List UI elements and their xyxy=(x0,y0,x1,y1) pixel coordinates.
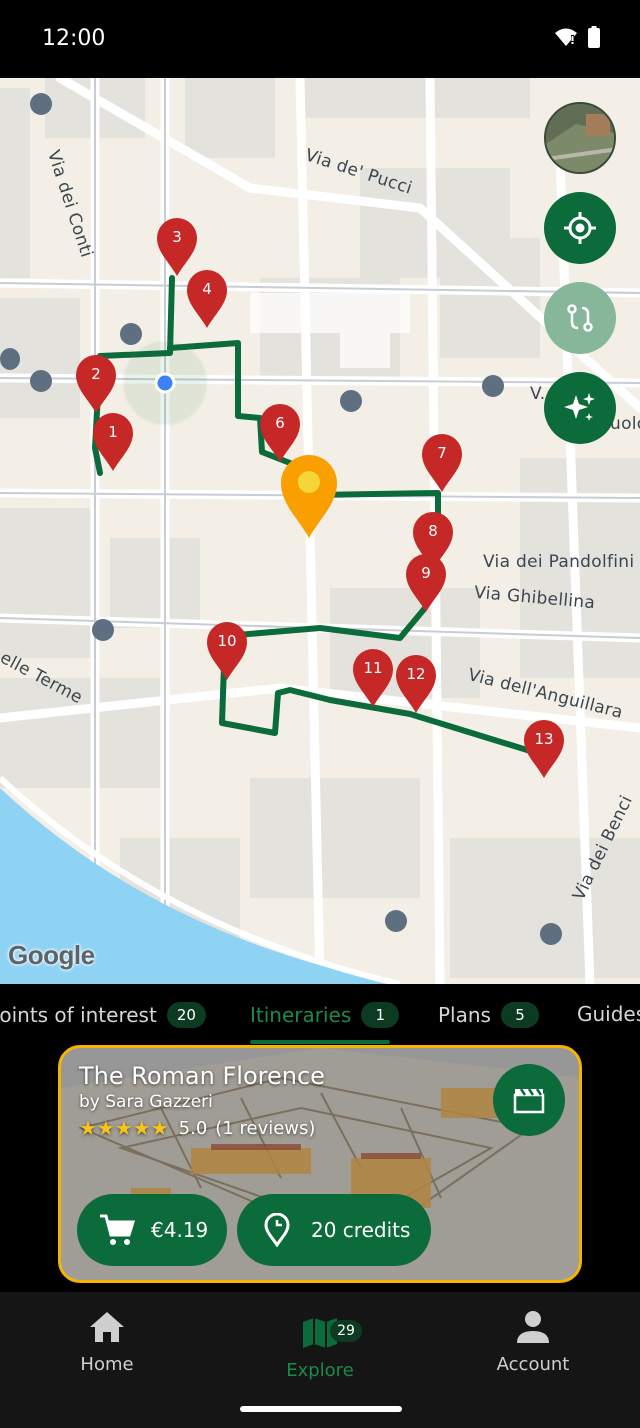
nav-account[interactable]: Account xyxy=(463,1310,603,1375)
tab-points-of-interest[interactable]: Points of interest 20 xyxy=(0,1002,206,1028)
map-pin-stop-2[interactable]: 2 xyxy=(74,353,118,413)
nav-account-label: Account xyxy=(496,1354,570,1375)
video-button[interactable] xyxy=(493,1064,565,1136)
route-icon xyxy=(567,304,593,332)
nav-explore[interactable]: 29 Explore xyxy=(250,1310,390,1381)
map-pin-stop-10[interactable]: 10 xyxy=(205,620,249,680)
nav-home-label: Home xyxy=(80,1354,134,1375)
clapperboard-icon xyxy=(513,1088,545,1114)
tab-label: Points of interest xyxy=(0,1003,157,1027)
tab-plans[interactable]: Plans 5 xyxy=(438,1002,539,1028)
street-label-v: V. xyxy=(530,384,546,404)
account-icon xyxy=(517,1311,549,1343)
map-pin-stop-6[interactable]: 6 xyxy=(258,402,302,462)
tab-label: Plans xyxy=(438,1003,491,1027)
my-location-button[interactable] xyxy=(544,192,616,264)
price-label: €4.19 xyxy=(151,1218,209,1242)
rating-stars: ★★★★★ xyxy=(79,1116,169,1140)
google-attribution: Google xyxy=(8,940,95,970)
wifi-icon xyxy=(555,28,577,46)
home-icon xyxy=(90,1312,124,1342)
active-tab-indicator xyxy=(250,1040,390,1044)
itinerary-card[interactable]: The Roman Florence by Sara Gazzeri ★★★★★… xyxy=(58,1045,582,1283)
map-pin-stop-3[interactable]: 3 xyxy=(155,216,199,276)
tab-guides[interactable]: Guides xyxy=(577,1002,640,1026)
buy-price-button[interactable]: €4.19 xyxy=(77,1194,227,1266)
category-tabs: Points of interest 20 Itineraries 1 Plan… xyxy=(0,984,640,1044)
street-label-pandolfini: Via dei Pandolfini xyxy=(483,552,635,572)
explore-badge: 29 xyxy=(330,1320,362,1342)
map-pin-stop-12[interactable]: 12 xyxy=(394,653,438,713)
ai-sparkle-button[interactable] xyxy=(544,372,616,444)
battery-icon xyxy=(588,26,600,48)
rating-value: 5.0 xyxy=(178,1117,208,1139)
sparkle-icon xyxy=(564,393,595,421)
bottom-navigation: Home 29 Explore Account xyxy=(0,1292,640,1428)
status-icons xyxy=(554,26,600,48)
map-pin-stop-11[interactable]: 11 xyxy=(351,647,395,707)
map-type-thumbnail-button[interactable] xyxy=(544,102,616,174)
shopping-cart-icon xyxy=(100,1214,135,1245)
map-pin-stop-13[interactable]: 13 xyxy=(522,718,566,778)
map-view[interactable]: Via de' Pucci Via dei Conti Via dei Pand… xyxy=(0,78,640,984)
tab-count-badge: 5 xyxy=(500,1002,539,1028)
location-pin-outline-icon xyxy=(264,1213,290,1247)
buy-credits-button[interactable]: 20 credits xyxy=(237,1194,431,1266)
itinerary-title: The Roman Florence xyxy=(79,1062,325,1090)
status-bar: 12:00 xyxy=(0,0,640,78)
nav-home[interactable]: Home xyxy=(37,1310,177,1375)
map-pin-stop-9[interactable]: 9 xyxy=(404,552,448,612)
status-time: 12:00 xyxy=(42,26,106,51)
route-button[interactable] xyxy=(544,282,616,354)
map-pin-stop-1[interactable]: 1 xyxy=(91,411,135,471)
crosshair-icon xyxy=(564,212,596,244)
tab-label: Guides xyxy=(577,1002,640,1026)
selected-location-pin-icon[interactable] xyxy=(280,454,338,538)
map-pin-stop-4[interactable]: 4 xyxy=(185,268,229,328)
credits-label: 20 credits xyxy=(311,1218,411,1242)
itinerary-rating: ★★★★★ 5.0 (1 reviews) xyxy=(79,1116,315,1140)
review-count: (1 reviews) xyxy=(215,1117,316,1139)
itinerary-author: by Sara Gazzeri xyxy=(79,1092,213,1112)
nav-explore-label: Explore xyxy=(286,1360,354,1381)
map-pin-stop-7[interactable]: 7 xyxy=(420,432,464,492)
tab-count-badge: 1 xyxy=(361,1002,400,1028)
tab-label: Itineraries xyxy=(250,1003,352,1027)
tab-itineraries[interactable]: Itineraries 1 xyxy=(250,1002,400,1028)
home-indicator[interactable] xyxy=(240,1406,402,1412)
tab-count-badge: 20 xyxy=(166,1002,206,1028)
